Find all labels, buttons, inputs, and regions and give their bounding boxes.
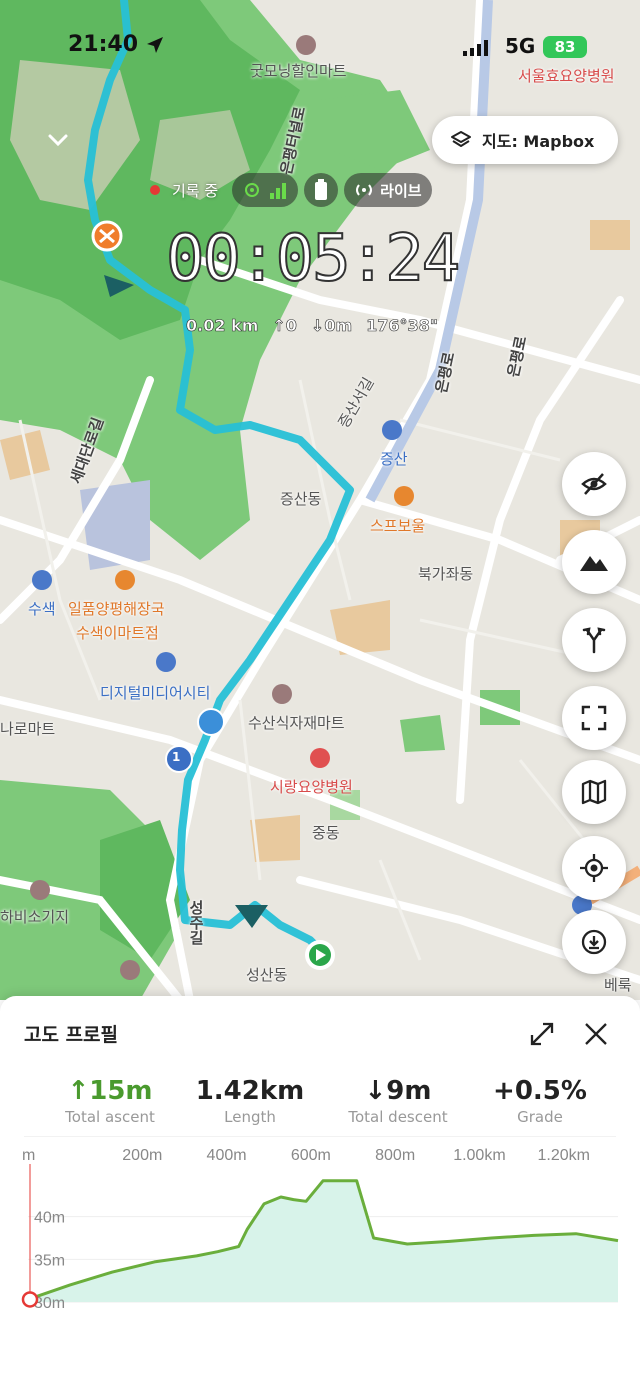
map-icon	[581, 779, 607, 805]
metric-value: ↓9m	[364, 1076, 432, 1106]
status-time: 21:40	[68, 32, 139, 57]
location-arrow-icon	[147, 37, 163, 53]
metric-total-ascent: ↑15m Total ascent	[40, 1076, 180, 1126]
map-label-market: 수산식자재마트	[248, 714, 345, 732]
chart-x-tick-label: 1.00km	[453, 1147, 505, 1164]
map-label-hospital-mid: 시랑요양병원	[270, 778, 353, 796]
map-label-seongju: 성주길	[187, 900, 205, 945]
live-heading: 176°38"	[366, 316, 439, 336]
map-style-button[interactable]	[562, 760, 626, 824]
status-bar: 21:40 5G 83	[0, 30, 640, 66]
metric-grade: +0.5% Grade	[470, 1076, 610, 1126]
recording-status-bar: 기록 중 라이브	[150, 172, 432, 208]
metric-value: ↑15m	[67, 1076, 153, 1106]
map-label-jeungsan-dong: 증산동	[280, 490, 322, 508]
map-label-restaurant2-sub: 수색이마트점	[76, 624, 159, 642]
map-label-naro: 나로마트	[0, 720, 56, 738]
chart-x-tick-label: 800m	[375, 1147, 415, 1164]
fullscreen-icon	[581, 705, 607, 731]
metric-label: Total descent	[348, 1108, 448, 1126]
live-descent: ↓0m	[310, 316, 353, 336]
gps-icon	[245, 183, 260, 197]
metric-label: Grade	[517, 1108, 563, 1126]
metric-value: +0.5%	[493, 1076, 587, 1106]
live-stats: 0.02 km ↑0 ↓0m 176°38"	[186, 316, 439, 336]
metric-value: 1.42km	[195, 1076, 305, 1106]
map-label-bottom-left: 하비소기지	[0, 908, 70, 926]
recording-label: 기록 중	[172, 181, 219, 200]
metric-length: 1.42km Length	[180, 1076, 320, 1126]
chart-y-tick-label: 40m	[34, 1210, 65, 1227]
chart-x-tick-label: 1.20km	[537, 1147, 589, 1164]
crosshair-icon	[580, 854, 608, 882]
battery-icon	[315, 179, 328, 200]
map-label-restaurant: 스프보울	[370, 517, 426, 535]
route-badge: 1	[172, 750, 181, 764]
map-label-susaek: 수색	[28, 600, 56, 618]
map-layer-label: 지도: Mapbox	[482, 132, 595, 151]
battery-indicator: 83	[543, 36, 587, 58]
map-label-bukgajwa: 북가좌동	[418, 565, 474, 583]
chart-x-tick-label: 400m	[207, 1147, 247, 1164]
map-label-seongsan: 성산동	[246, 966, 288, 984]
sheet-title: 고도 프로필	[24, 1024, 119, 1046]
hide-overlay-button[interactable]	[562, 452, 626, 516]
chart-x-tick-label: 600m	[291, 1147, 331, 1164]
elapsed-timer: 00:05:24	[165, 221, 461, 297]
terrain-button[interactable]	[562, 530, 626, 594]
download-icon	[581, 929, 607, 955]
signal-strength-icon	[270, 183, 287, 199]
chart-x-tick-label: 200m	[122, 1147, 162, 1164]
route-split-button[interactable]	[562, 608, 626, 672]
metric-label: Total ascent	[65, 1108, 155, 1126]
elevation-profile-sheet: 고도 프로필 ↑15m Total ascent 1.42km Length ↓…	[0, 996, 640, 1385]
chart-cursor-marker	[21, 1291, 39, 1308]
metric-total-descent: ↓9m Total descent	[328, 1076, 468, 1126]
broadcast-icon	[356, 184, 373, 196]
device-battery-pill[interactable]	[304, 173, 339, 207]
network-type: 5G	[505, 34, 536, 58]
map-label-jungdong: 중동	[312, 824, 340, 842]
layers-icon	[451, 131, 471, 147]
chart-y-tick-label: 35m	[34, 1252, 65, 1269]
gps-signal-pill[interactable]	[232, 173, 299, 207]
my-location-button[interactable]	[562, 836, 626, 900]
metric-label: Length	[224, 1108, 276, 1126]
live-label: 라이브	[380, 181, 422, 200]
chart-x-tick-label: m	[22, 1147, 35, 1164]
elevation-area	[28, 1180, 618, 1302]
elevation-chart[interactable]: m 200m 400m 600m 800m 1.00km 1.20km 40m 35m 30m	[0, 1136, 640, 1316]
expand-icon[interactable]	[526, 1018, 558, 1050]
live-ascent: ↑0	[272, 316, 297, 336]
map-label-station: 증산	[380, 450, 408, 468]
map-label-restaurant2: 일품양평해장국	[68, 600, 165, 618]
chevron-down-icon[interactable]	[40, 122, 76, 158]
map-label-hospital: 서울효요양병원	[518, 67, 615, 85]
map-label-bottom-right: 베룩	[604, 976, 632, 994]
mountain-icon	[580, 556, 608, 571]
map-label-dmc: 디지털미디어시티	[100, 684, 211, 702]
fullscreen-button[interactable]	[562, 686, 626, 750]
download-button[interactable]	[562, 910, 626, 974]
close-icon[interactable]	[580, 1018, 612, 1050]
live-pill[interactable]: 라이브	[344, 173, 432, 207]
map-layer-button[interactable]: 지도: Mapbox	[432, 116, 618, 164]
recording-dot-icon	[150, 185, 160, 195]
chart-y-tick-label: 30m	[34, 1295, 65, 1312]
live-distance: 0.02 km	[186, 316, 259, 336]
signal-icon	[463, 40, 488, 56]
eye-off-icon	[581, 473, 607, 495]
fork-icon	[582, 627, 606, 654]
